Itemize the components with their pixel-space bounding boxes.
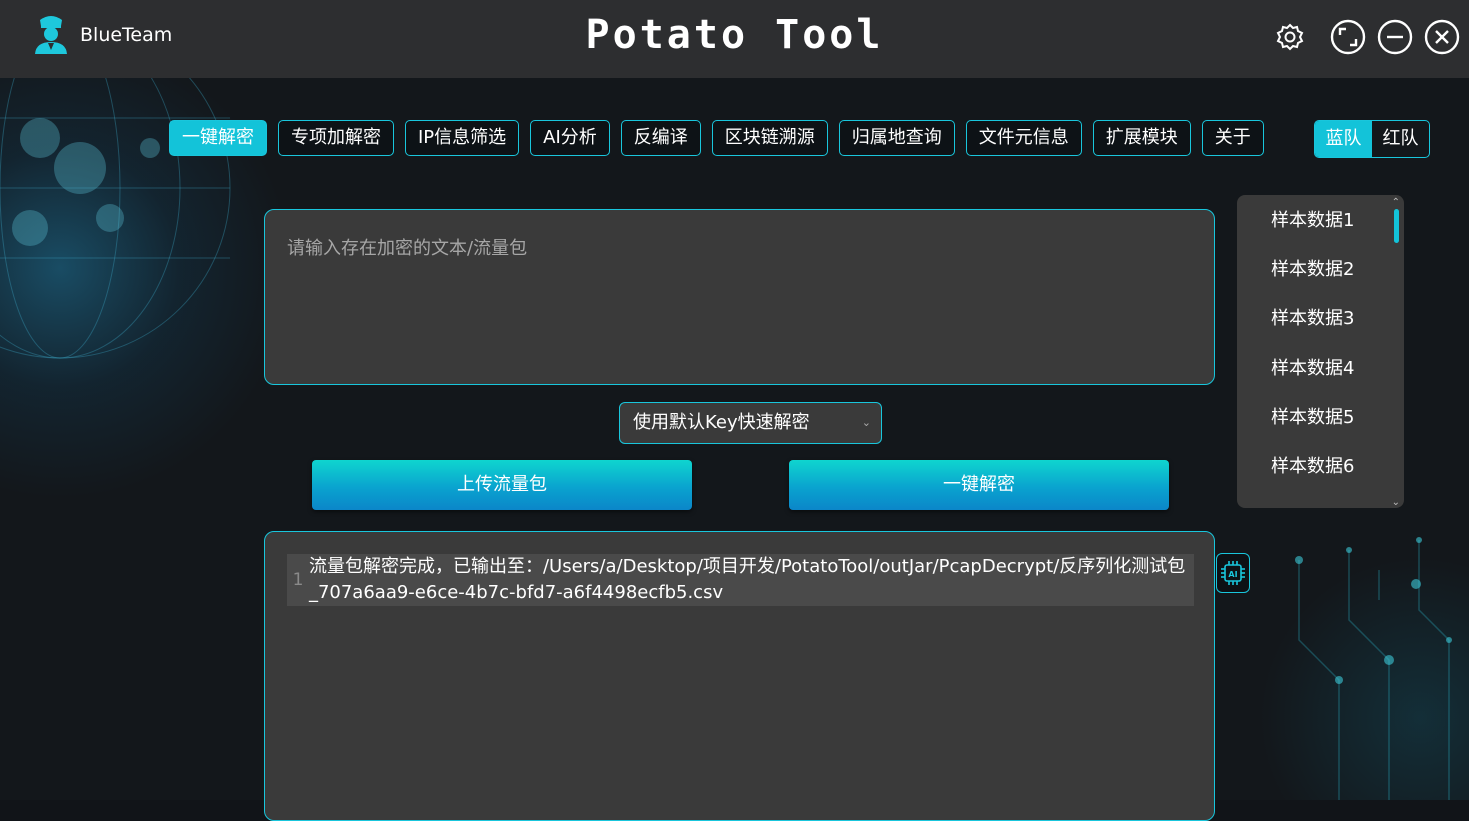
gear-icon <box>1276 23 1304 51</box>
scroll-down-arrow-icon[interactable]: ⌄ <box>1392 497 1400 508</box>
chevron-down-icon: ⌄ <box>861 416 871 429</box>
one-click-decrypt-button[interactable]: 一键解密 <box>789 460 1169 510</box>
settings-button[interactable] <box>1271 18 1309 56</box>
tab-about[interactable]: 关于 <box>1201 120 1264 156</box>
sample-item-4[interactable]: 样本数据4 <box>1237 343 1404 392</box>
title-bar: BlueTeam Potato Tool <box>0 0 1469 78</box>
ai-analyze-button[interactable]: AI <box>1216 553 1250 593</box>
tab-blockchain-trace[interactable]: 区块链溯源 <box>711 120 828 156</box>
output-line: 1 流量包解密完成，已输出至：/Users/a/Desktop/项目开发/Pot… <box>287 554 1194 606</box>
sample-item-2[interactable]: 样本数据2 <box>1237 244 1404 293</box>
output-text[interactable]: 流量包解密完成，已输出至：/Users/a/Desktop/项目开发/Potat… <box>309 554 1194 606</box>
line-number: 1 <box>292 570 304 590</box>
sample-item-3[interactable]: 样本数据3 <box>1237 293 1404 342</box>
team-blue-option[interactable]: 蓝队 <box>1315 121 1372 157</box>
ai-chip-icon: AI <box>1221 561 1245 585</box>
team-toggle: 蓝队 红队 <box>1314 120 1430 158</box>
team-red-option[interactable]: 红队 <box>1372 121 1429 157</box>
sample-data-list: 样本数据1 样本数据2 样本数据3 样本数据4 样本数据5 样本数据6 ⌃ ⌄ <box>1237 195 1404 508</box>
tab-file-metadata[interactable]: 文件元信息 <box>965 120 1082 156</box>
encrypted-input-panel <box>264 209 1215 385</box>
encrypted-text-input[interactable] <box>265 210 1214 384</box>
svg-text:AI: AI <box>1228 570 1237 579</box>
minimize-icon <box>1377 19 1413 55</box>
minimize-button[interactable] <box>1376 18 1414 56</box>
scroll-up-arrow-icon[interactable]: ⌃ <box>1392 197 1400 208</box>
decrypt-mode-value: 使用默认Key快速解密 <box>633 412 810 433</box>
restore-button[interactable] <box>1329 18 1367 56</box>
tab-ai-analysis[interactable]: AI分析 <box>530 120 610 156</box>
output-panel: 1 流量包解密完成，已输出至：/Users/a/Desktop/项目开发/Pot… <box>264 531 1215 821</box>
tab-ip-filter[interactable]: IP信息筛选 <box>405 120 520 156</box>
close-icon <box>1424 19 1460 55</box>
close-button[interactable] <box>1423 18 1461 56</box>
sample-item-6[interactable]: 样本数据6 <box>1237 441 1404 490</box>
sample-item-5[interactable]: 样本数据5 <box>1237 392 1404 441</box>
restore-window-icon <box>1330 19 1366 55</box>
decrypt-mode-select[interactable]: 使用默认Key快速解密 ⌄ <box>619 402 882 444</box>
upload-pcap-button[interactable]: 上传流量包 <box>312 460 692 510</box>
tab-extensions[interactable]: 扩展模块 <box>1092 120 1191 156</box>
scrollbar-thumb[interactable] <box>1394 209 1399 243</box>
circuit-decoration <box>1295 537 1452 800</box>
tab-one-click-decrypt[interactable]: 一键解密 <box>169 120 267 156</box>
tab-special-crypto[interactable]: 专项加解密 <box>278 120 394 156</box>
tab-decompile[interactable]: 反编译 <box>620 120 701 156</box>
tab-location-query[interactable]: 归属地查询 <box>838 120 955 156</box>
sample-item-1[interactable]: 样本数据1 <box>1237 195 1404 244</box>
app-title: Potato Tool <box>585 12 884 58</box>
module-tabs: 一键解密 专项加解密 IP信息筛选 AI分析 反编译 区块链溯源 归属地查询 文… <box>169 120 1264 156</box>
